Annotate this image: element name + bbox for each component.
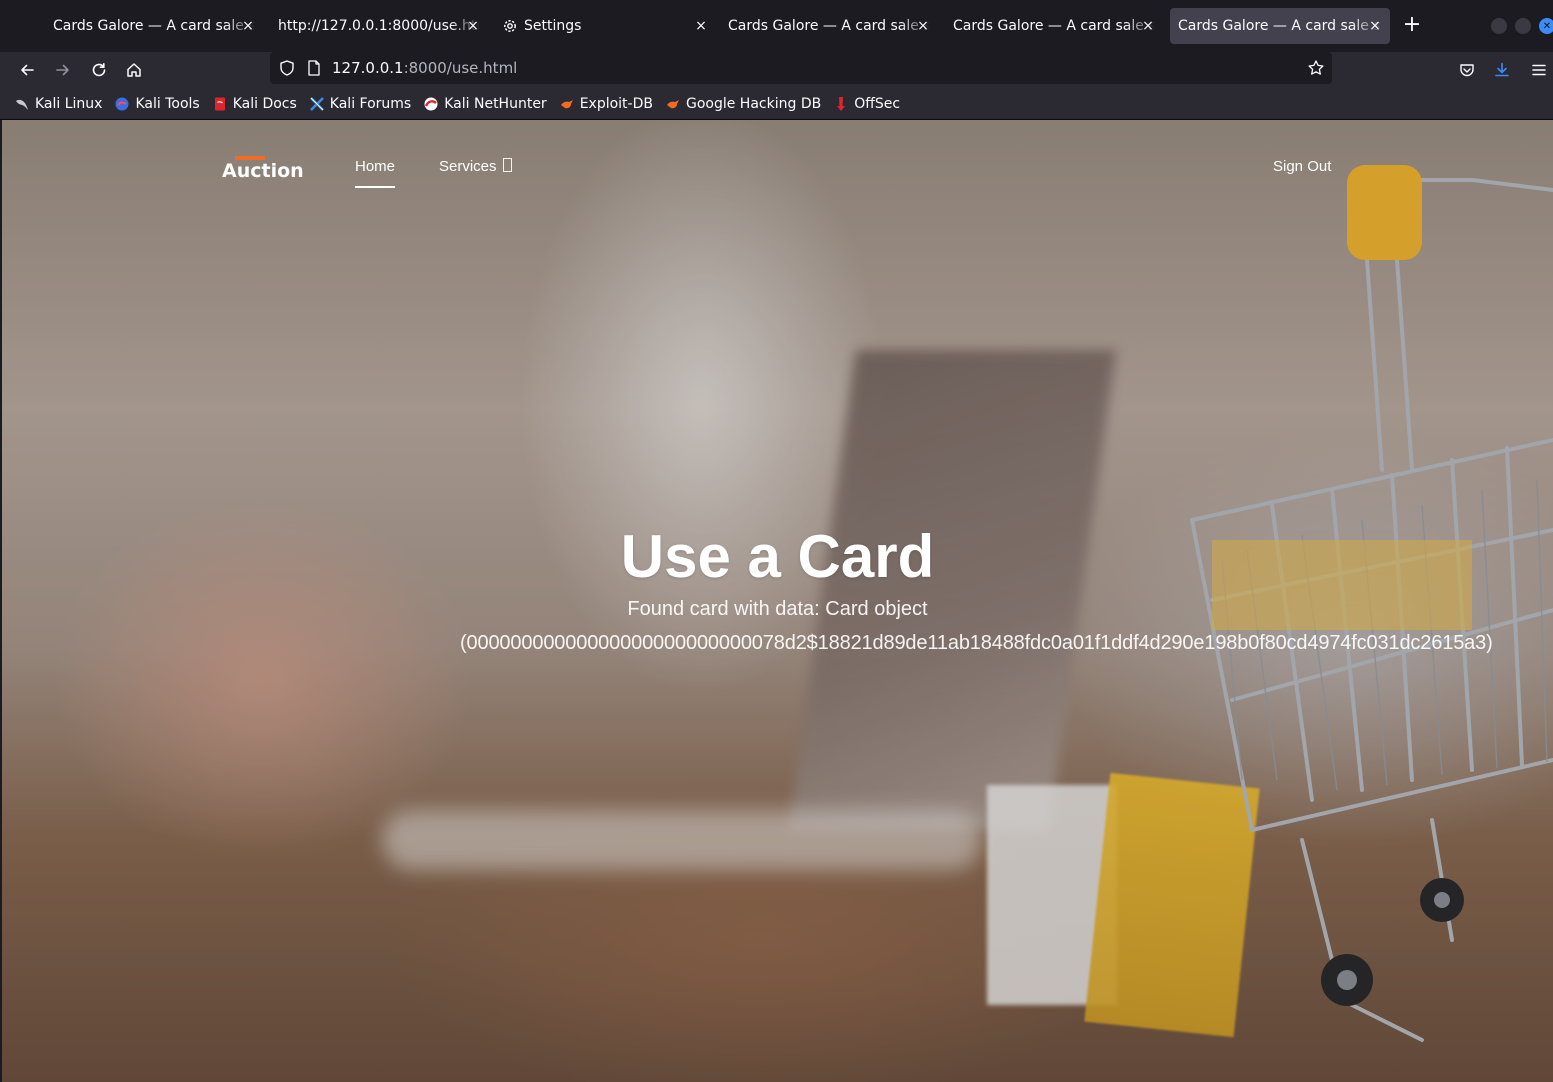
tab-close-icon[interactable]: ×	[692, 17, 710, 35]
window-close-button[interactable]: ✕	[1539, 18, 1553, 34]
nav-toolbar: 127.0.0.1:8000/use.html	[0, 52, 1553, 88]
minimize-button[interactable]	[1491, 18, 1507, 34]
browser-tab[interactable]: Cards Galore — A card sale site ×	[953, 8, 1163, 44]
bookmark-label: Kali NetHunter	[444, 95, 547, 112]
bookmark-label: Exploit-DB	[579, 95, 653, 112]
tracking-shield-icon[interactable]	[278, 59, 296, 81]
url-path: :8000/use.html	[403, 59, 518, 77]
browser-tab[interactable]: http://127.0.0.1:8000/use.html ×	[278, 8, 488, 44]
tab-title: Cards Galore — A card sale site	[1178, 18, 1382, 34]
web-page: Auction Home Services Sign Out Use a Car…	[2, 120, 1553, 1082]
card-result-text: Found card with data: Card object	[627, 598, 928, 620]
nav-signout-link[interactable]: Sign Out	[1273, 158, 1331, 175]
site-logo[interactable]: Auction	[222, 156, 304, 182]
bookmark-label: Kali Linux	[35, 95, 103, 112]
bookmark-kali-linux[interactable]: Kali Linux	[14, 96, 102, 112]
browser-tab-active[interactable]: Cards Galore — A card sale site ×	[1170, 8, 1390, 44]
tab-title: Cards Galore — A card sale site	[53, 18, 255, 34]
bookmarks-toolbar: Kali Linux Kali Tools Kali Docs Kali For…	[0, 88, 1553, 120]
tab-title: Cards Galore — A card sale site	[953, 18, 1155, 34]
exploit-db-icon	[559, 96, 575, 112]
nav-home-link[interactable]: Home	[355, 158, 396, 188]
dropdown-caret-icon	[502, 158, 512, 172]
new-tab-button[interactable]: +	[1400, 14, 1424, 38]
nav-services-label: Services	[439, 158, 497, 175]
tab-title: Cards Galore — A card sale site	[728, 18, 930, 34]
logo-accent-bar	[235, 156, 265, 160]
kali-forums-icon	[309, 96, 325, 112]
nav-services-dropdown[interactable]: Services	[439, 158, 512, 175]
reload-icon[interactable]	[87, 58, 111, 82]
url-host: 127.0.0.1	[332, 59, 404, 77]
offsec-icon	[833, 96, 849, 112]
bookmark-kali-nethunter[interactable]: Kali NetHunter	[423, 95, 547, 112]
bookmark-kali-forums[interactable]: Kali Forums	[309, 96, 411, 112]
tab-close-icon[interactable]: ×	[1366, 17, 1384, 35]
bookmark-label: Kali Tools	[135, 95, 200, 112]
bookmark-label: OffSec	[854, 95, 901, 112]
hamburger-menu-icon[interactable]	[1527, 58, 1551, 82]
page-info-icon[interactable]	[306, 59, 322, 81]
card-data-hash: (00000000000000000000000000078d2$18821d8…	[460, 632, 1493, 654]
forward-arrow-icon[interactable]	[51, 58, 75, 82]
nav-signout-label: Sign Out	[1273, 158, 1332, 175]
ghdb-icon	[665, 96, 681, 112]
gear-icon	[502, 18, 518, 34]
browser-tab[interactable]: Settings ×	[502, 8, 716, 44]
downloads-icon[interactable]	[1490, 58, 1514, 82]
bookmark-label: Kali Forums	[329, 95, 412, 112]
home-icon[interactable]	[122, 58, 146, 82]
tab-close-icon[interactable]: ×	[464, 17, 482, 35]
browser-tab[interactable]: Cards Galore — A card sale site ×	[728, 8, 938, 44]
tab-close-icon[interactable]: ×	[1139, 17, 1157, 35]
page-title: Use a Card	[620, 523, 935, 590]
kali-dragon-icon	[14, 96, 30, 112]
bookmark-label: Kali Docs	[232, 95, 297, 112]
bookmark-label: Google Hacking DB	[685, 95, 822, 112]
back-arrow-icon[interactable]	[15, 58, 39, 82]
tab-close-icon[interactable]: ×	[914, 17, 932, 35]
tab-close-icon[interactable]: ×	[239, 17, 257, 35]
browser-tab[interactable]: Cards Galore — A card sale site ×	[53, 8, 263, 44]
tab-strip: Cards Galore — A card sale site × http:/…	[0, 0, 1553, 52]
tab-title: Settings	[524, 18, 582, 34]
bookmark-kali-tools[interactable]: Kali Tools	[114, 95, 200, 112]
kali-tools-icon	[114, 96, 130, 112]
url-text[interactable]: 127.0.0.1:8000/use.html	[332, 59, 517, 77]
pocket-icon[interactable]	[1455, 58, 1479, 82]
bookmark-exploit-db[interactable]: Exploit-DB	[559, 96, 653, 112]
url-bar[interactable]: 127.0.0.1:8000/use.html	[270, 52, 1332, 84]
bookmark-star-icon[interactable]	[1307, 59, 1325, 81]
bookmark-kali-docs[interactable]: Kali Docs	[212, 96, 297, 112]
bookmark-ghdb[interactable]: Google Hacking DB	[665, 96, 821, 112]
kali-docs-icon	[212, 96, 228, 112]
bookmark-offsec[interactable]: OffSec	[833, 96, 900, 112]
site-logo-text: Auction	[222, 160, 304, 182]
tab-title: http://127.0.0.1:8000/use.html	[278, 18, 480, 34]
nav-home-label: Home	[355, 158, 396, 175]
kali-nethunter-icon	[423, 96, 439, 112]
maximize-button[interactable]	[1515, 18, 1531, 34]
